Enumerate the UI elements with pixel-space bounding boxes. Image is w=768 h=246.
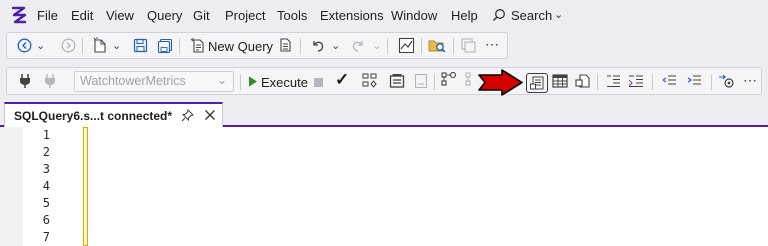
menu-extensions[interactable]: Extensions [320,8,384,23]
open-query-file-icon[interactable] [277,37,293,54]
redo-dropdown-chevron-icon[interactable]: ⌄ [372,38,381,54]
red-pointer-arrow-icon [478,69,523,96]
results-to-file-icon[interactable] [575,73,591,89]
sql-editor-toolbar: WatchtowerMetrics ⌄ Execute ✓ ⋯ [6,67,762,96]
cancel-query-stop-icon[interactable] [314,78,323,87]
toolbar-separator [652,74,653,90]
menu-file[interactable]: File [37,8,58,23]
tab-title: SQLQuery6.s...t connected* [14,109,173,123]
line-number: 1 [42,128,50,142]
save-all-icon[interactable] [157,38,173,53]
execute-button[interactable]: Execute [245,72,308,92]
line-number: 7 [42,230,50,244]
menu-project[interactable]: Project [225,8,265,23]
results-to-text-icon [530,76,544,90]
line-number: 4 [42,179,50,193]
available-databases-select[interactable]: WatchtowerMetrics ⌄ [74,71,234,92]
search-icon [493,9,505,21]
specify-template-parameters-icon[interactable] [717,74,735,89]
new-query-button[interactable]: New Query [188,36,273,56]
include-actual-plan-icon[interactable] [441,72,458,89]
line-number: 5 [42,196,50,210]
search-box[interactable]: Search ⌄ [492,6,572,26]
connect-plug-icon[interactable] [18,73,32,89]
new-query-icon [190,38,204,53]
toolbar-separator [453,38,454,54]
query-options-icon[interactable] [389,73,405,89]
menu-query[interactable]: Query [147,8,182,23]
increase-indent-icon[interactable] [687,74,702,88]
menu-bar: File Edit View Query Git Project Tools E… [0,0,768,32]
execute-play-icon [249,76,257,87]
pin-icon[interactable] [181,109,194,122]
toolbar-separator [179,38,180,54]
undo-icon[interactable] [310,38,325,53]
execute-label: Execute [261,75,308,90]
open-folder-search-icon[interactable] [428,37,447,54]
database-value: WatchtowerMetrics [80,74,186,88]
tab-sqlquery6[interactable]: SQLQuery6.s...t connected* [4,102,223,127]
toolbar-separator [711,74,712,90]
query-editor[interactable]: 1 2 3 4 5 6 7 [0,127,768,246]
menu-window[interactable]: Window [391,8,437,23]
new-file-icon[interactable] [92,37,108,54]
toolbar-separator [434,74,435,90]
chevron-down-icon: ⌄ [216,73,227,87]
redo-icon[interactable] [351,38,366,53]
navigate-forward-icon[interactable] [61,38,76,53]
search-label: Search [511,8,553,23]
menu-git[interactable]: Git [193,8,210,23]
new-query-label: New Query [208,39,274,54]
activity-monitor-icon[interactable] [398,37,415,54]
toolbar-separator [240,74,241,90]
intellisense-icon[interactable] [414,73,428,89]
menu-help[interactable]: Help [451,8,478,23]
editor-margin [0,127,23,246]
undo-dropdown-chevron-icon[interactable]: ⌄ [331,38,340,54]
decrease-indent-icon[interactable] [662,74,677,88]
toolbar-separator [300,38,301,54]
menu-view[interactable]: View [106,8,134,23]
navigate-back-icon[interactable] [17,38,32,53]
menu-tools[interactable]: Tools [277,8,307,23]
chevron-down-icon: ⌄ [554,9,564,21]
back-dropdown-chevron-icon[interactable]: ⌄ [36,38,45,54]
save-icon[interactable] [133,38,148,53]
menu-edit[interactable]: Edit [71,8,93,23]
results-to-grid-icon[interactable] [552,74,568,89]
results-to-text-button[interactable] [526,73,548,93]
line-number: 2 [42,145,50,159]
parse-checkmark-icon[interactable]: ✓ [335,71,349,88]
change-tracking-bar [83,127,88,246]
toolbar-separator [387,38,388,54]
line-number: 6 [42,213,50,227]
close-icon[interactable] [204,109,216,121]
ssms-logo-icon [11,6,27,24]
toolbar-separator [597,74,598,90]
uncomment-icon[interactable] [628,73,644,88]
toolbar-separator [421,38,422,54]
new-file-chevron-icon[interactable]: ⌄ [112,38,121,54]
standard-toolbar: ⌄ ⌄ New Query ⌄ ⌄ ⋯ [6,32,508,59]
line-number: 3 [42,162,50,176]
comment-out-icon[interactable] [606,74,621,88]
more-options-icon[interactable]: ⋯ [485,36,499,52]
change-connection-icon[interactable] [43,73,58,89]
toolbar-separator [82,38,83,54]
template-explorer-icon[interactable] [460,37,477,54]
estimated-plan-icon[interactable] [362,73,378,90]
document-tab-strip: SQLQuery6.s...t connected* [0,102,768,127]
more-options-icon[interactable]: ⋯ [743,72,757,88]
